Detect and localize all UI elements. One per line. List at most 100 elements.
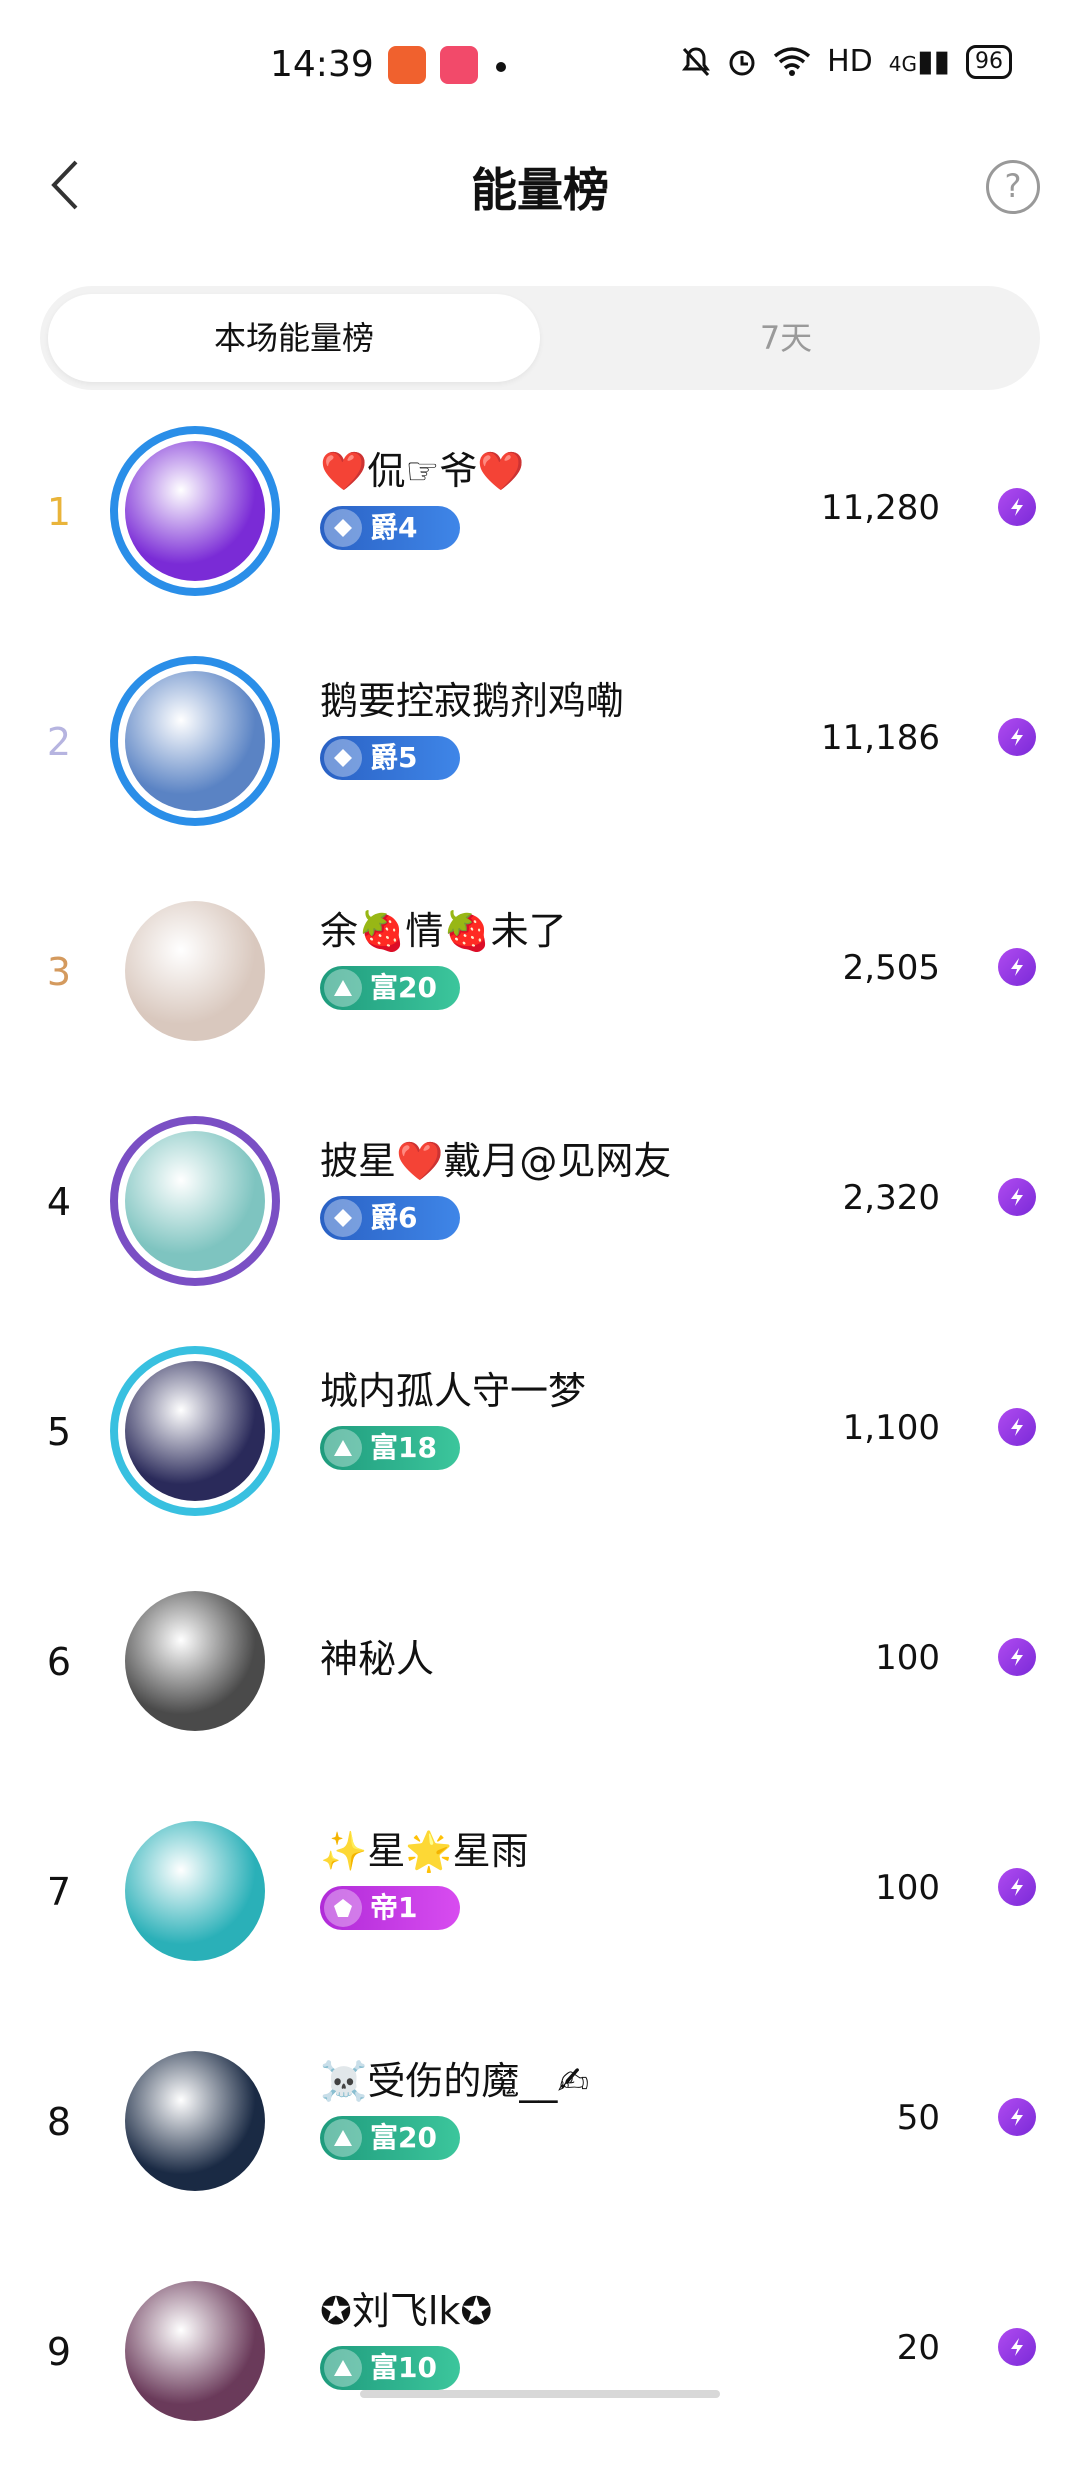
wifi-icon [773,46,811,76]
rank-number: 9 [46,2330,72,2374]
level-badge-label: 富10 [370,2351,437,2384]
triangle-badge-icon [324,2349,362,2387]
help-button[interactable]: ? [986,160,1040,214]
home-indicator [360,2390,720,2398]
tab-current-session[interactable]: 本场能量榜 [48,294,540,382]
avatar-image [125,2051,265,2191]
rank-number: 8 [46,2100,72,2144]
avatar[interactable] [110,656,280,826]
avatar-image [125,1591,265,1731]
avatar[interactable] [110,2036,280,2206]
list-item[interactable]: 4 披星❤️戴月@见网友爵6 2,320 [0,1090,1080,1320]
lightning-energy-icon [998,1408,1036,1446]
page-title: 能量榜 [471,163,609,217]
avatar[interactable] [110,1576,280,1746]
user-name: 鹅要控寂鹅剂鸡嘞 [320,679,625,723]
battery-icon: 96 [966,44,1012,79]
user-name: 神秘人 [320,1637,435,1681]
list-item[interactable]: 1 ❤️侃☞爷❤️ 爵4 11,280 [0,400,1080,630]
avatar[interactable] [110,2266,280,2436]
status-time: 14:39 [270,44,374,85]
lightning-energy-icon [998,1178,1036,1216]
energy-score: 50 [896,2098,940,2138]
level-badge-label: 富20 [370,2121,437,2154]
lightning-energy-icon [998,488,1036,526]
level-badge-label: 富18 [370,1431,437,1464]
energy-score: 2,320 [842,1178,940,1218]
lightning-energy-icon [998,2098,1036,2136]
rank-number: 7 [46,1870,72,1914]
avatar-image [125,1821,265,1961]
avatar[interactable] [110,1116,280,1286]
avatar-frame [110,1116,280,1286]
rank-number: 1 [46,490,72,534]
diamond-badge-icon [324,509,362,547]
lightning-energy-icon [998,2328,1036,2366]
level-badge-label: 爵4 [370,511,418,544]
avatar-image [125,2281,265,2421]
question-circle-icon: ? [1004,167,1022,205]
lightning-energy-icon [998,1868,1036,1906]
network-hd-label: HD [827,44,873,79]
header: 能量榜 ? [0,130,1080,240]
rank-number: 3 [46,950,72,994]
avatar[interactable] [110,1346,280,1516]
ranking-tabs: 本场能量榜 7天 [40,286,1040,390]
user-name: ✨星🌟星雨 [320,1829,529,1873]
list-item[interactable]: 5 城内孤人守一梦富18 1,100 [0,1320,1080,1550]
level-badge: 爵5 [320,736,460,780]
more-notifications-dot-icon [496,62,506,72]
avatar[interactable] [110,886,280,1056]
user-name: 城内孤人守一梦 [320,1369,587,1413]
level-badge: 帝1 [320,1886,460,1930]
status-bar: 14:39 HD 4G▮▮ 96 [0,0,1080,120]
level-badge: 爵6 [320,1196,460,1240]
list-item[interactable]: 2 鹅要控寂鹅剂鸡嘞爵5 11,186 [0,630,1080,860]
tab-7-days[interactable]: 7天 [540,294,1032,382]
rank-number: 4 [46,1180,72,1224]
list-item[interactable]: 9 ✪刘飞lk✪ 富10 20 [0,2240,1080,2470]
lightning-energy-icon [998,1638,1036,1676]
avatar[interactable] [110,426,280,596]
list-item[interactable]: 8 ☠️受伤的魔__✍ 富20 50 [0,2010,1080,2240]
rank-number: 2 [46,720,72,764]
level-badge: 富20 [320,966,460,1010]
app-notification-icon [388,46,426,84]
list-item[interactable]: 3 余🍓情🍓未了富20 2,505 [0,860,1080,1090]
user-name: ✪刘飞lk✪ [320,2289,493,2333]
triangle-badge-icon [324,1429,362,1467]
user-name: ❤️侃☞爷❤️ [320,449,525,493]
energy-score: 1,100 [842,1408,940,1448]
pentagon-badge-icon [324,1889,362,1927]
avatar[interactable] [110,1806,280,1976]
diamond-badge-icon [324,739,362,777]
lightning-energy-icon [998,718,1036,756]
avatar-frame [110,656,280,826]
level-badge-label: 爵6 [370,1201,418,1234]
rank-number: 5 [46,1410,72,1454]
list-item[interactable]: 6 神秘人 100 [0,1550,1080,1780]
level-badge: 富10 [320,2346,460,2390]
avatar-image [125,901,265,1041]
energy-score: 11,280 [821,488,940,528]
triangle-badge-icon [324,2119,362,2157]
avatar-frame [110,1346,280,1516]
user-name: 披星❤️戴月@见网友 [320,1139,672,1183]
level-badge-label: 爵5 [370,741,418,774]
level-badge-label: 富20 [370,971,437,1004]
signal-label: 4G▮▮ [888,44,950,79]
energy-score: 100 [875,1868,940,1908]
user-name: 余🍓情🍓未了 [320,909,567,953]
app-notification-icon [440,46,478,84]
energy-score: 100 [875,1638,940,1678]
energy-score: 11,186 [821,718,940,758]
level-badge: 富20 [320,2116,460,2160]
diamond-badge-icon [324,1199,362,1237]
silent-bell-icon [682,46,711,76]
avatar-frame [110,426,280,596]
level-badge-label: 帝1 [370,1891,418,1924]
energy-score: 2,505 [842,948,940,988]
list-item[interactable]: 7 ✨星🌟星雨帝1 100 [0,1780,1080,2010]
level-badge: 富18 [320,1426,460,1470]
user-name: ☠️受伤的魔__✍ [320,2059,590,2103]
